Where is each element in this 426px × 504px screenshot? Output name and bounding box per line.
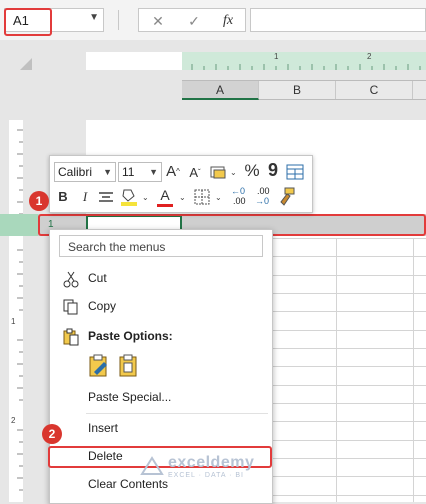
font-color-swatch (157, 204, 173, 207)
paste-options-label: Paste Options: (88, 329, 173, 343)
watermark-logo-icon (140, 456, 164, 475)
chevron-down-icon: ▼ (103, 167, 112, 177)
clipboard-icon (63, 328, 79, 346)
increase-decimal-label: .00 (257, 186, 270, 196)
increase-decimal-button[interactable]: .00 →0 (255, 186, 277, 208)
chevron-down-icon[interactable]: ▼ (89, 12, 99, 23)
column-header-a[interactable]: A (182, 81, 259, 100)
menu-item-copy[interactable]: Copy (50, 295, 270, 319)
arrow-right-icon: →0 (255, 196, 270, 206)
percent-button[interactable]: % (244, 162, 260, 180)
ruler-number: 2 (11, 416, 16, 425)
column-header-b[interactable]: B (259, 81, 336, 99)
accounting-format-icon[interactable] (210, 166, 228, 180)
decrease-decimal-button[interactable]: ←0 .00 (231, 186, 253, 208)
menu-item-label: Cut (88, 271, 107, 285)
step-badge-1: 1 (29, 191, 49, 211)
copy-icon (63, 299, 78, 315)
ruler-top-selection: 1 2 (182, 52, 426, 70)
menu-item-label: Paste Special... (88, 390, 172, 404)
decrease-decimal-label: .00 (233, 196, 246, 206)
name-box-highlight (4, 8, 52, 36)
shrink-font-icon: A (189, 165, 198, 180)
shrink-font-button[interactable]: Aˇ (188, 164, 202, 182)
menu-item-label: Clear Contents (88, 477, 169, 491)
ruler-ticks (191, 64, 421, 70)
chevron-down-icon[interactable]: ⌄ (230, 168, 237, 177)
ruler-number: 2 (367, 52, 372, 61)
menu-divider (86, 413, 268, 414)
menu-search-placeholder: Search the menus (68, 240, 166, 254)
mini-toolbar: Calibri ▼ 11 ▼ A^ Aˇ ⌄ % 9 B I ⌄ A ⌄ ⌄ ←… (49, 155, 313, 213)
comma-style-button[interactable]: 9 (266, 161, 280, 179)
italic-button[interactable]: I (78, 188, 92, 206)
borders-icon[interactable] (194, 189, 210, 205)
cancel-icon[interactable]: ✕ (143, 11, 173, 31)
menu-item-label: Copy (88, 299, 117, 313)
column-header-row: A B C (182, 80, 426, 100)
bold-button[interactable]: B (56, 188, 70, 206)
ruler-left-ticks (17, 129, 23, 491)
column-header-c[interactable]: C (336, 81, 413, 99)
grow-font-button[interactable]: A^ (166, 163, 180, 181)
formula-buttons: ✕ ✓ fx (138, 8, 246, 32)
step-badge-2: 2 (42, 424, 62, 444)
scissors-icon (63, 271, 79, 288)
menu-search-input[interactable]: Search the menus (59, 235, 263, 257)
watermark-subtitle: EXCEL · DATA · BI (168, 472, 244, 479)
format-painter-icon[interactable] (278, 187, 296, 207)
paste-icon[interactable] (88, 354, 110, 378)
font-size-select[interactable]: 11 ▼ (118, 162, 162, 182)
font-size-value: 11 (122, 165, 135, 179)
formula-input[interactable] (250, 8, 426, 32)
menu-item-paste-options: Paste Options: (50, 325, 270, 349)
chevron-down-icon[interactable]: ⌄ (215, 193, 222, 202)
align-center-icon[interactable] (98, 191, 114, 205)
menu-item-label: Insert (88, 421, 119, 435)
insert-function-icon[interactable]: fx (213, 11, 243, 31)
fill-color-icon[interactable] (120, 187, 138, 207)
format-painter-table-icon[interactable] (286, 164, 304, 180)
ruler-number: 1 (11, 317, 16, 326)
arrow-left-icon: ←0 (231, 186, 246, 196)
ruler-number: 1 (274, 52, 279, 61)
font-name-value: Calibri (58, 165, 93, 179)
menu-item-paste-special[interactable]: Paste Special... (50, 386, 270, 410)
chevron-down-icon[interactable]: ⌄ (142, 193, 149, 202)
menu-item-insert[interactable]: Insert (50, 417, 270, 441)
chevron-down-icon[interactable]: ⌄ (179, 193, 186, 202)
paste-values-icon[interactable] (118, 354, 140, 378)
enter-icon[interactable]: ✓ (179, 11, 209, 31)
cell-grid[interactable] (266, 238, 426, 502)
divider (118, 10, 119, 30)
select-all-corner[interactable] (20, 58, 32, 70)
formula-bar: A1 ▼ ✕ ✓ fx (0, 0, 426, 40)
ruler-left: 1 2 (9, 120, 23, 502)
menu-item-cut[interactable]: Cut (50, 267, 270, 291)
font-color-button[interactable]: A (158, 186, 172, 204)
font-name-select[interactable]: Calibri ▼ (54, 162, 116, 182)
font-color-icon: A (160, 187, 170, 203)
watermark-name: exceldemy (168, 454, 255, 471)
grow-font-icon: A (166, 163, 177, 180)
chevron-down-icon: ▼ (149, 167, 158, 177)
